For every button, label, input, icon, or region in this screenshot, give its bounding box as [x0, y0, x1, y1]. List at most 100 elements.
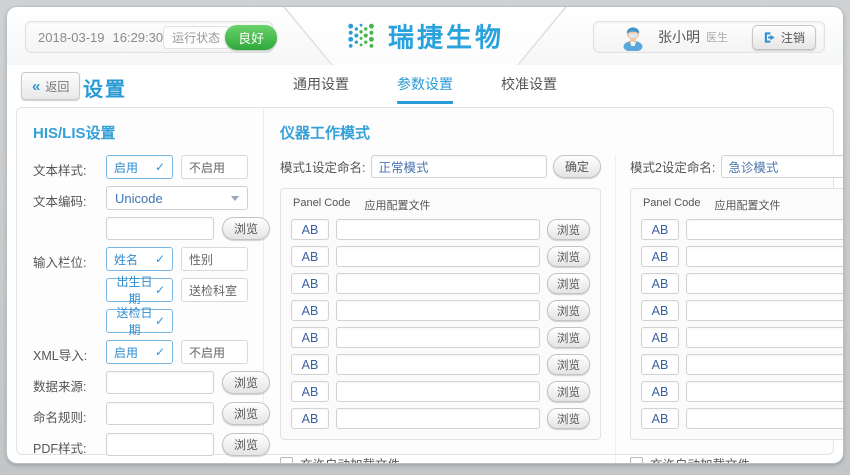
file-row-label: PDF样式:	[33, 433, 106, 457]
xml-enable-toggle[interactable]: 启用 ✓	[106, 340, 173, 364]
back-label: 返回	[45, 78, 69, 95]
browse-button[interactable]: 浏览	[547, 300, 590, 321]
panel-row: 浏览	[641, 246, 843, 267]
file-row-label: 命名规则:	[33, 402, 106, 426]
file-row: 数据来源: 浏览	[33, 371, 251, 395]
field-birthdate-toggle[interactable]: 出生日期 ✓	[106, 278, 173, 302]
time-text: 16:29:30	[113, 30, 164, 45]
encoding-file-input[interactable]	[106, 217, 214, 240]
file-path-input[interactable]	[106, 371, 214, 394]
browse-button[interactable]: 浏览	[547, 327, 590, 348]
mode-2-name-input[interactable]	[721, 155, 843, 178]
browse-button[interactable]: 浏览	[547, 354, 590, 375]
panel-code-input[interactable]	[291, 354, 329, 375]
panel-code-input[interactable]	[641, 300, 679, 321]
browse-button[interactable]: 浏览	[547, 273, 590, 294]
instrument-section: 仪器工作模式 模式1设定命名: 确定 Panel Code 应用配置文件	[264, 108, 843, 454]
encoding-label: 文本编码:	[33, 186, 106, 210]
panel-row: 浏览	[291, 327, 590, 348]
mode-1-name-input[interactable]	[371, 155, 547, 178]
panel-code-input[interactable]	[641, 273, 679, 294]
panel-code-input[interactable]	[641, 408, 679, 429]
input-fields-row: 输入栏位: 姓名 ✓ 性别 出生日期 ✓ 送检科室	[33, 247, 251, 333]
browse-button[interactable]: 浏览	[547, 381, 590, 402]
panel-code-input[interactable]	[291, 273, 329, 294]
config-file-input[interactable]	[686, 381, 843, 402]
config-file-input[interactable]	[336, 246, 540, 267]
autoload-checkbox[interactable]	[630, 457, 643, 463]
chevron-down-icon	[231, 196, 239, 201]
instrument-title: 仪器工作模式	[280, 122, 843, 143]
page-title: 设置	[83, 73, 127, 102]
back-chevrons-icon: «	[32, 79, 40, 94]
config-file-input[interactable]	[336, 381, 540, 402]
check-icon: ✓	[155, 283, 165, 297]
mode-2-column: 模式2设定命名: 确定 Panel Code 应用配置文件 浏览	[615, 155, 843, 463]
encoding-select[interactable]: Unicode	[106, 186, 248, 210]
config-file-input[interactable]	[686, 408, 843, 429]
config-file-header: 应用配置文件	[365, 197, 431, 213]
config-file-input[interactable]	[686, 246, 843, 267]
mode-1-column: 模式1设定命名: 确定 Panel Code 应用配置文件 浏览	[280, 155, 615, 463]
app-window: 2018-03-1916:29:30 运行状态 良好 瑞捷生物	[7, 7, 843, 463]
panel-row: 浏览	[291, 246, 590, 267]
browse-button[interactable]: 浏览	[222, 371, 270, 394]
browse-button[interactable]: 浏览	[222, 402, 270, 425]
field-gender-toggle[interactable]: 性别	[181, 247, 248, 271]
panel-code-input[interactable]	[641, 354, 679, 375]
user-role: 医生	[706, 29, 728, 45]
config-file-input[interactable]	[336, 300, 540, 321]
logout-button[interactable]: 注销	[752, 25, 816, 50]
status-label: 运行状态	[163, 26, 230, 49]
config-file-input[interactable]	[686, 300, 843, 321]
panel-code-input[interactable]	[641, 327, 679, 348]
config-file-input[interactable]	[686, 354, 843, 375]
status-box: 2018-03-1916:29:30 运行状态 良好	[25, 21, 273, 53]
config-file-input[interactable]	[336, 408, 540, 429]
browse-button[interactable]: 浏览	[547, 246, 590, 267]
config-file-input[interactable]	[686, 327, 843, 348]
file-path-input[interactable]	[106, 402, 214, 425]
tab-calibration-settings[interactable]: 校准设置	[501, 74, 557, 104]
panel-code-input[interactable]	[291, 219, 329, 240]
panel-row: 浏览	[641, 354, 843, 375]
config-file-input[interactable]	[336, 273, 540, 294]
mode-1-confirm-button[interactable]: 确定	[553, 155, 601, 178]
mode-2-panel-table: Panel Code 应用配置文件 浏览 浏览	[630, 188, 843, 440]
config-file-input[interactable]	[336, 354, 540, 375]
panel-code-input[interactable]	[291, 300, 329, 321]
panel-code-input[interactable]	[641, 381, 679, 402]
status-group: 运行状态 良好	[163, 25, 277, 50]
autoload-checkbox[interactable]	[280, 457, 293, 463]
panel-code-input[interactable]	[291, 327, 329, 348]
panel-code-input[interactable]	[291, 408, 329, 429]
field-department-toggle[interactable]: 送检科室	[181, 278, 248, 302]
field-submit-date-toggle[interactable]: 送检日期 ✓	[106, 309, 173, 333]
text-style-enable-toggle[interactable]: 启用 ✓	[106, 155, 173, 179]
tab-parameter-settings[interactable]: 参数设置	[397, 74, 453, 104]
panel-row: 浏览	[291, 381, 590, 402]
back-button[interactable]: « 返回	[21, 72, 80, 100]
encoding-file-row: 浏览	[33, 217, 251, 240]
file-path-input[interactable]	[106, 433, 214, 456]
config-file-input[interactable]	[336, 327, 540, 348]
logout-label: 注销	[781, 29, 805, 46]
browse-button[interactable]: 浏览	[222, 217, 270, 240]
mode-1-name-label: 模式1设定命名:	[280, 157, 365, 176]
browse-button[interactable]: 浏览	[222, 433, 270, 456]
config-file-input[interactable]	[336, 219, 540, 240]
tab-general-settings[interactable]: 通用设置	[293, 74, 349, 104]
text-style-row: 文本样式: 启用 ✓ 不启用	[33, 155, 251, 179]
browse-button[interactable]: 浏览	[547, 219, 590, 240]
panel-code-input[interactable]	[641, 246, 679, 267]
field-name-toggle[interactable]: 姓名 ✓	[106, 247, 173, 271]
config-file-input[interactable]	[686, 273, 843, 294]
panel-code-input[interactable]	[641, 219, 679, 240]
panel-code-input[interactable]	[291, 381, 329, 402]
xml-disable-toggle[interactable]: 不启用	[181, 340, 248, 364]
panel-row: 浏览	[641, 381, 843, 402]
panel-code-input[interactable]	[291, 246, 329, 267]
config-file-input[interactable]	[686, 219, 843, 240]
text-style-disable-toggle[interactable]: 不启用	[181, 155, 248, 179]
browse-button[interactable]: 浏览	[547, 408, 590, 429]
